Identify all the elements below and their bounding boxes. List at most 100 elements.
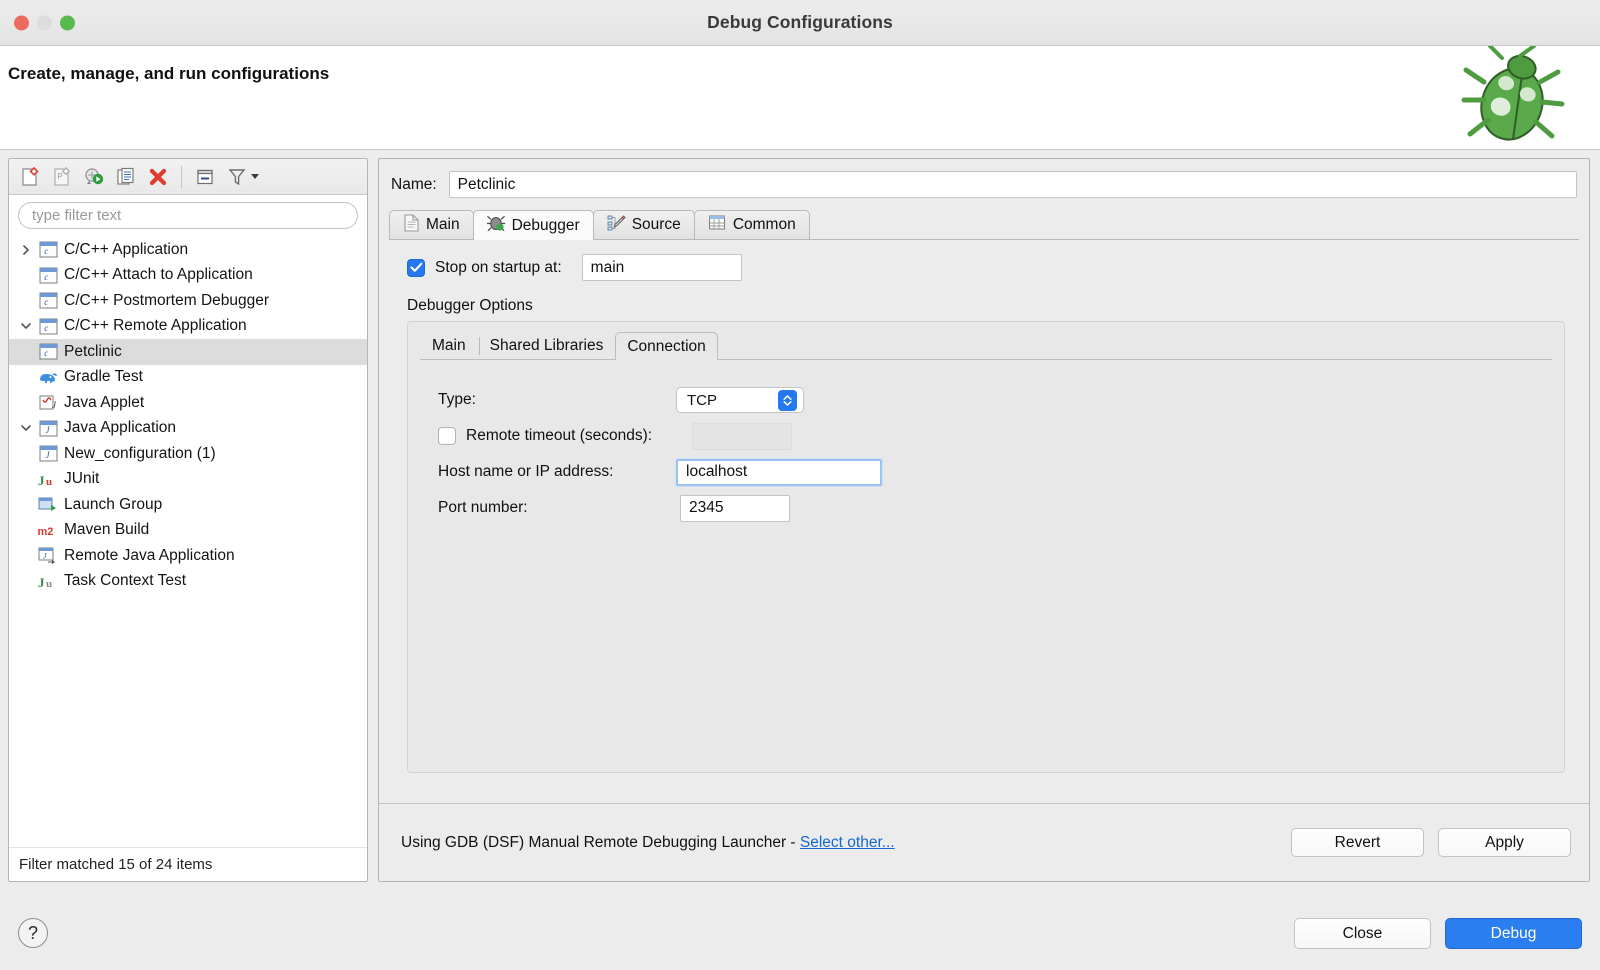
debugger-options-tabs[interactable]: Main Shared Libraries Connection <box>420 332 1552 360</box>
tree-item-label: Petclinic <box>64 342 122 360</box>
select-other-link[interactable]: Select other... <box>800 834 895 851</box>
collapse-all-icon[interactable] <box>190 163 220 191</box>
tab-debugger[interactable]: Debugger <box>472 210 594 240</box>
source-edit-icon <box>607 214 626 237</box>
tab-main[interactable]: Main <box>389 210 474 239</box>
search-input[interactable] <box>18 202 358 229</box>
junit-icon: Ju <box>37 470 59 488</box>
filter-icon[interactable] <box>222 163 252 191</box>
revert-button[interactable]: Revert <box>1291 828 1424 857</box>
remote-timeout-row: Remote timeout (seconds): <box>438 418 1552 454</box>
chevron-down-icon[interactable] <box>251 174 259 179</box>
dialog-footer-buttons: Close Debug <box>1294 918 1582 949</box>
configuration-name-input[interactable] <box>448 171 1577 198</box>
chevron-updown-icon[interactable] <box>778 389 797 411</box>
new-launch-configuration-icon[interactable] <box>15 163 45 191</box>
host-input[interactable]: localhost <box>676 458 882 486</box>
tree-item-label: Maven Build <box>64 521 150 539</box>
remote-java-icon: J <box>37 547 59 565</box>
port-row: Port number: 2345 <box>438 490 1552 526</box>
host-row: Host name or IP address: localhost <box>438 454 1552 490</box>
debug-button[interactable]: Debug <box>1445 918 1582 949</box>
svg-text:J: J <box>38 575 45 590</box>
tree-item-c-cpp-remote-application[interactable]: c C/C++ Remote Application <box>9 314 367 340</box>
c-launch-icon: c <box>37 241 59 259</box>
configuration-tabs[interactable]: Main Debugger Source Common <box>389 210 1579 240</box>
chevron-down-icon[interactable] <box>15 321 37 331</box>
tree-item-junit[interactable]: Ju JUnit <box>9 467 367 493</box>
inner-tab-connection[interactable]: Connection <box>615 332 718 360</box>
inner-tab-main[interactable]: Main <box>420 332 478 359</box>
tab-source[interactable]: Source <box>592 210 695 239</box>
remote-timeout-checkbox[interactable] <box>438 427 456 445</box>
tree-item-label: Java Applet <box>64 393 145 411</box>
tree-item-label: Java Application <box>64 419 177 437</box>
table-icon <box>708 214 727 237</box>
stop-on-startup-label: Stop on startup at: <box>435 258 562 276</box>
export-icon[interactable] <box>79 163 109 191</box>
dialog-content: P type filter text c C/C++ Application c… <box>0 150 1600 970</box>
duplicate-icon[interactable] <box>111 163 141 191</box>
svg-text:c: c <box>44 323 48 333</box>
tab-common[interactable]: Common <box>693 210 810 239</box>
launch-group-icon <box>37 496 59 514</box>
tree-item-petclinic[interactable]: c Petclinic <box>9 339 367 365</box>
debugger-tab-panel: Stop on startup at: Debugger Options Mai… <box>389 240 1579 822</box>
tree-item-c-cpp-postmortem[interactable]: c C/C++ Postmortem Debugger <box>9 288 367 314</box>
tree-item-java-application[interactable]: J Java Application <box>9 416 367 442</box>
close-window-button[interactable] <box>14 15 29 30</box>
toolbar-separator <box>181 165 182 188</box>
tree-item-label: Gradle Test <box>64 368 143 386</box>
launcher-text: Using GDB (DSF) Manual Remote Debugging … <box>401 833 800 851</box>
type-label: Type: <box>438 391 476 408</box>
tree-item-launch-group[interactable]: Launch Group <box>9 492 367 518</box>
svg-text:c: c <box>44 297 48 307</box>
tree-item-label: C/C++ Attach to Application <box>64 266 253 284</box>
remote-timeout-input[interactable] <box>692 422 792 450</box>
name-label: Name: <box>391 175 437 193</box>
filter-field-wrapper <box>9 195 367 233</box>
dialog-footer: ? Close Debug <box>0 890 1600 970</box>
tree-item-new-configuration[interactable]: J New_configuration (1) <box>9 441 367 467</box>
port-input[interactable]: 2345 <box>680 494 790 522</box>
apply-button[interactable]: Apply <box>1438 828 1571 857</box>
zoom-window-button[interactable] <box>60 15 75 30</box>
tree-item-maven-build[interactable]: m2 Maven Build <box>9 518 367 544</box>
java-launch-icon: J <box>37 419 59 437</box>
stop-on-startup-input[interactable] <box>581 254 742 281</box>
host-label: Host name or IP address: <box>438 463 614 480</box>
minimize-window-button[interactable] <box>37 15 52 30</box>
svg-text:u: u <box>46 578 52 590</box>
chevron-right-icon[interactable] <box>15 244 37 256</box>
chevron-down-icon[interactable] <box>15 423 37 433</box>
editor-footer: Using GDB (DSF) Manual Remote Debugging … <box>379 803 1589 881</box>
java-launch-icon: J <box>37 445 59 463</box>
configurations-tree[interactable]: c C/C++ Application c C/C++ Attach to Ap… <box>9 233 367 847</box>
close-button[interactable]: Close <box>1294 918 1431 949</box>
tree-item-gradle-test[interactable]: Gradle Test <box>9 365 367 391</box>
c-launch-icon: c <box>37 292 59 310</box>
tree-item-remote-java-application[interactable]: J Remote Java Application <box>9 543 367 569</box>
tree-item-c-cpp-application[interactable]: c C/C++ Application <box>9 237 367 263</box>
tree-item-label: C/C++ Postmortem Debugger <box>64 291 270 309</box>
c-launch-icon: c <box>37 266 59 284</box>
tree-item-task-context-test[interactable]: Ju Task Context Test <box>9 569 367 595</box>
help-button[interactable]: ? <box>18 918 48 948</box>
svg-text:c: c <box>44 246 48 256</box>
connection-type-select[interactable]: TCP <box>676 387 804 413</box>
new-prototype-icon[interactable]: P <box>47 163 77 191</box>
tree-item-java-applet[interactable]: J Java Applet <box>9 390 367 416</box>
inner-tab-shared-libraries[interactable]: Shared Libraries <box>478 332 616 359</box>
launcher-info: Using GDB (DSF) Manual Remote Debugging … <box>401 834 895 852</box>
delete-icon[interactable] <box>143 163 173 191</box>
c-launch-icon: c <box>37 343 59 361</box>
configurations-toolbar: P <box>9 159 367 195</box>
tree-item-c-cpp-attach[interactable]: c C/C++ Attach to Application <box>9 263 367 289</box>
java-applet-icon: J <box>37 394 59 412</box>
svg-text:c: c <box>44 348 48 358</box>
stop-on-startup-checkbox[interactable] <box>407 258 425 277</box>
gradle-elephant-icon <box>37 368 59 386</box>
type-row: Type: TCP <box>438 382 1552 418</box>
traffic-lights <box>14 15 75 30</box>
tab-label: Common <box>732 216 796 233</box>
